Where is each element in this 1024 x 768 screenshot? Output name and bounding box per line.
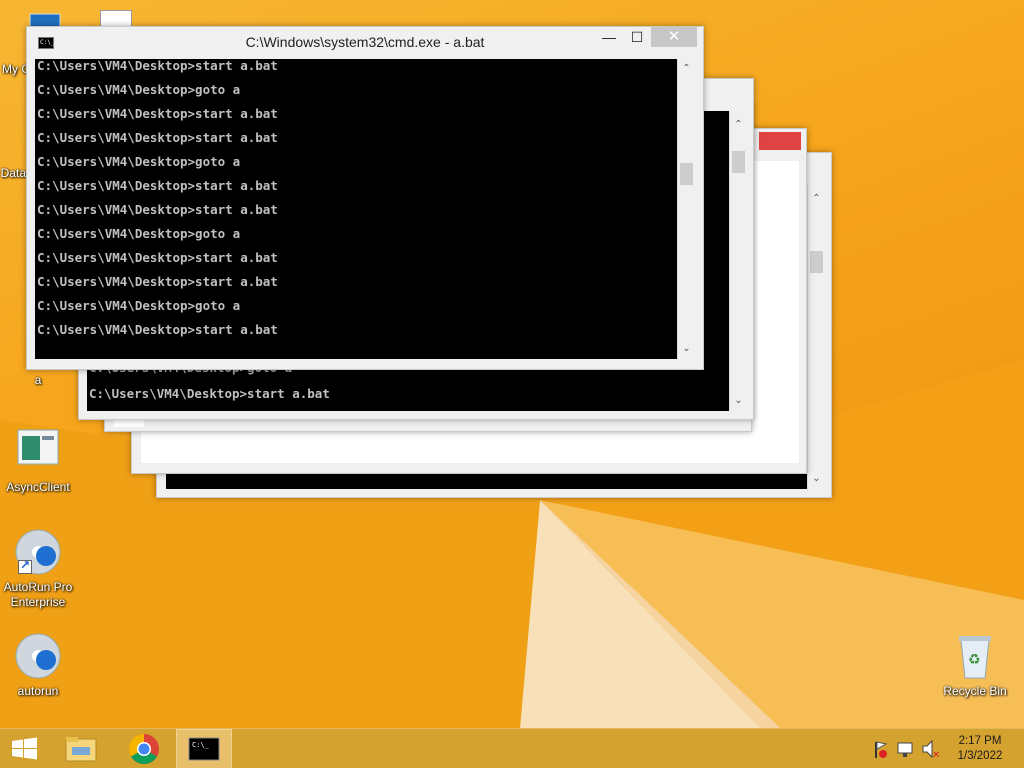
file-explorer-icon <box>65 737 97 762</box>
recycle-bin-icon: ♻ <box>951 632 999 680</box>
cmd-icon: C:\_ <box>188 737 220 761</box>
svg-text:✕: ✕ <box>932 750 940 761</box>
autorun-pro-icon <box>14 528 62 576</box>
volume-muted-icon: ✕ <box>922 739 940 761</box>
taskbar-cmd[interactable]: C:\_ <box>176 729 232 768</box>
autorun-disc-icon <box>14 632 62 680</box>
tray-action-center[interactable] <box>870 729 890 768</box>
taskbar-chrome[interactable] <box>120 729 168 768</box>
console-line: C:\Users\VM4\Desktop>goto a <box>37 154 241 169</box>
desktop-icon-recycle-bin[interactable]: ♻ Recycle Bin <box>937 632 1013 699</box>
scroll-thumb[interactable] <box>810 251 823 273</box>
console-line: C:\Users\VM4\Desktop>start a.bat <box>37 130 278 145</box>
scroll-up-arrow[interactable]: ⌃ <box>678 63 695 74</box>
console-line: C:\Users\VM4\Desktop>goto a <box>37 82 241 97</box>
console-area <box>166 473 808 489</box>
svg-text:♻: ♻ <box>968 652 981 668</box>
console-line: C:\Users\VM4\Desktop>start a.bat <box>37 59 278 73</box>
async-client-icon <box>14 428 62 476</box>
console-line: C:\Users\VM4\Desktop>goto a <box>37 298 241 313</box>
scroll-up-arrow[interactable]: ⌃ <box>730 119 747 130</box>
desktop-icon-label: Recycle Bin <box>943 684 1007 698</box>
desktop-icon-label: AsyncClient <box>6 480 70 494</box>
scroll-up-arrow[interactable]: ⌃ <box>808 193 825 204</box>
close-button[interactable] <box>759 132 801 150</box>
console-line: C:\Users\VM4\Desktop>start a.bat <box>37 178 278 193</box>
chrome-icon <box>128 734 159 765</box>
maximize-button[interactable]: ☐ <box>623 27 651 47</box>
scroll-down-arrow[interactable]: ⌄ <box>808 473 825 484</box>
desktop-icon-autorun-pro[interactable]: AutoRun Pro Enterprise <box>0 528 76 610</box>
start-button[interactable] <box>0 729 50 768</box>
svg-text:C:\_: C:\_ <box>192 741 210 749</box>
console-output[interactable]: C:\Users\VM4\Desktop>start a.bat C:\Users… <box>35 59 677 359</box>
desktop-icon-label: a <box>34 373 42 387</box>
console-line: C:\Users\VM4\Desktop>start a.bat <box>37 202 278 217</box>
console-line: C:\Users\VM4\Desktop>start a.bat <box>37 106 278 121</box>
taskbar: C:\_ ✕ 2:17 PM 1/3/2022 <box>0 728 1024 768</box>
network-icon <box>897 742 913 757</box>
console-line: C:\Users\VM4\Desktop>goto a <box>37 226 241 241</box>
desktop-icon-asyncclient[interactable]: AsyncClient <box>0 428 76 495</box>
desktop: My C ✕ Data G C a AsyncClient AutoRun <box>0 0 1024 728</box>
scroll-thumb[interactable] <box>732 151 745 173</box>
desktop-icon-label: AutoRun Pro Enterprise <box>3 580 73 609</box>
taskbar-file-explorer[interactable] <box>58 729 106 768</box>
clock-time: 2:17 PM <box>958 735 1002 747</box>
scroll-down-arrow[interactable]: ⌄ <box>678 343 695 354</box>
close-button[interactable]: ✕ <box>651 27 697 47</box>
windows-logo-icon <box>12 737 37 760</box>
scroll-thumb[interactable] <box>680 163 693 185</box>
desktop-icon-autorun[interactable]: autorun <box>0 632 76 699</box>
scrollbar[interactable]: ⌃ ⌄ <box>729 111 747 411</box>
desktop-icon-label: autorun <box>17 684 59 698</box>
shortcut-arrow-icon <box>18 558 32 574</box>
console-line: C:\Users\VM4\Desktop>start a.bat <box>37 274 278 289</box>
console-line: C:\Users\VM4\Desktop>start a.bat <box>89 386 330 401</box>
scroll-down-arrow[interactable]: ⌄ <box>730 395 747 406</box>
tray-network[interactable] <box>895 729 917 768</box>
minimize-button[interactable]: — <box>595 27 623 47</box>
clock-date: 1/3/2022 <box>957 750 1003 762</box>
action-center-flag-icon <box>875 741 888 758</box>
cmd-window-main[interactable]: C:\_ C:\Windows\system32\cmd.exe - a.bat… <box>26 26 704 370</box>
console-line: C:\Users\VM4\Desktop>start a.bat <box>37 250 278 265</box>
title-bar[interactable]: C:\_ C:\Windows\system32\cmd.exe - a.bat… <box>27 27 703 57</box>
tray-clock[interactable]: 2:17 PM 1/3/2022 <box>945 734 1015 764</box>
scrollbar[interactable]: ⌃ ⌄ <box>807 185 825 491</box>
tray-volume[interactable]: ✕ <box>920 729 942 768</box>
console-line: C:\Users\VM4\Desktop>start a.bat <box>37 322 278 337</box>
scrollbar[interactable]: ⌃ ⌄ <box>677 59 695 359</box>
